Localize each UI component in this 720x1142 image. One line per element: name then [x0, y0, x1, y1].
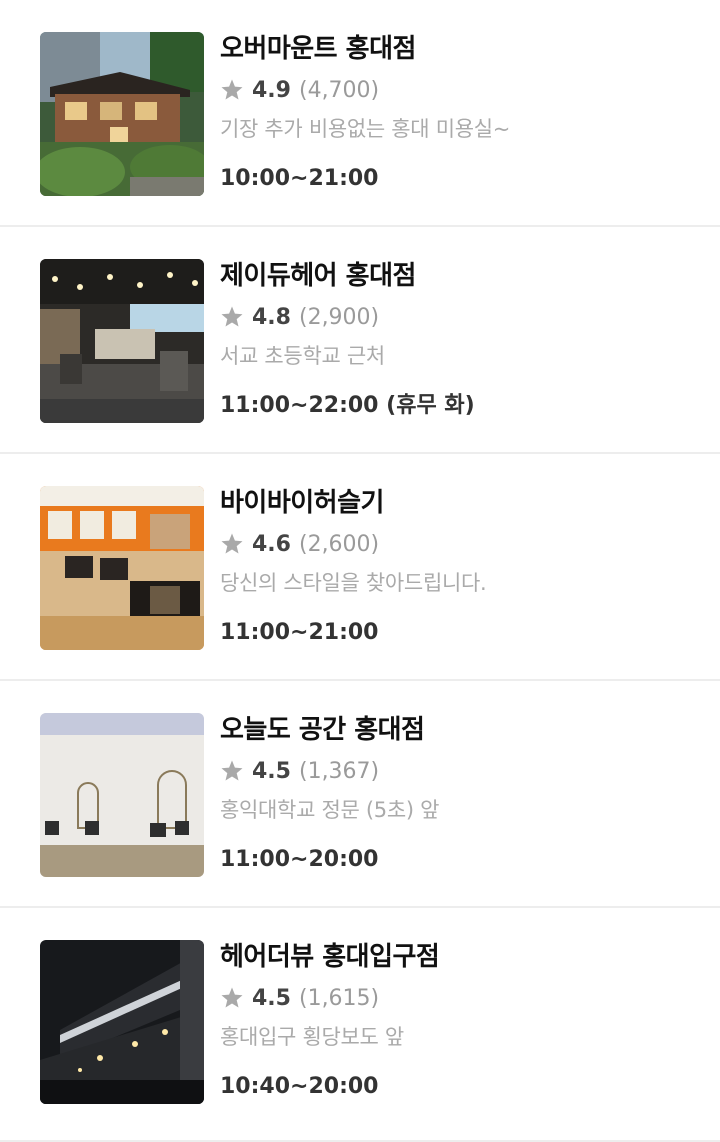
salon-thumbnail[interactable]	[40, 940, 204, 1104]
salon-list-item[interactable]: 헤어더뷰 홍대입구점 4.5 (1,615) 홍대입구 횡당보도 앞 10:40…	[0, 908, 720, 1142]
rating-row: 4.5 (1,367)	[220, 755, 700, 787]
review-count: (4,700)	[298, 77, 380, 103]
business-hours: 11:00~21:00	[220, 620, 379, 645]
rating-row: 4.6 (2,600)	[220, 528, 700, 560]
salon-description: 기장 추가 비용없는 홍대 미용실~	[220, 117, 511, 141]
business-hours: 10:00~21:00	[220, 166, 379, 191]
salon-thumbnail[interactable]	[40, 713, 204, 877]
rating-score: 4.9	[252, 77, 291, 103]
salon-thumbnail[interactable]	[40, 32, 204, 196]
salon-name: 제이듀헤어 홍대점	[220, 261, 416, 291]
star-icon	[220, 305, 244, 329]
salon-name: 헤어더뷰 홍대입구점	[220, 942, 440, 972]
salon-list-item[interactable]: 바이바이허슬기 4.6 (2,600) 당신의 스타일을 찾아드립니다. 11:…	[0, 454, 720, 681]
salon-thumbnail[interactable]	[40, 486, 204, 650]
review-count: (1,367)	[298, 758, 380, 784]
salon-thumbnail[interactable]	[40, 259, 204, 423]
rating-row: 4.5 (1,615)	[220, 982, 700, 1014]
salon-description: 홍익대학교 정문 (5초) 앞	[220, 798, 440, 822]
star-icon	[220, 759, 244, 783]
rating-row: 4.8 (2,900)	[220, 301, 700, 333]
salon-description: 서교 초등학교 근처	[220, 344, 385, 368]
salon-info: 바이바이허슬기 4.6 (2,600) 당신의 스타일을 찾아드립니다. 11:…	[220, 484, 700, 648]
salon-info: 제이듀헤어 홍대점 4.8 (2,900) 서교 초등학교 근처 11:00~2…	[220, 257, 700, 421]
rating-score: 4.5	[252, 985, 291, 1011]
star-icon	[220, 78, 244, 102]
salon-name: 오버마운트 홍대점	[220, 34, 416, 64]
review-count: (2,900)	[298, 304, 380, 330]
salon-list: 오버마운트 홍대점 4.9 (4,700) 기장 추가 비용없는 홍대 미용실~…	[0, 0, 720, 1142]
star-icon	[220, 532, 244, 556]
rating-score: 4.8	[252, 304, 291, 330]
salon-list-item[interactable]: 오버마운트 홍대점 4.9 (4,700) 기장 추가 비용없는 홍대 미용실~…	[0, 0, 720, 227]
night-storefront-image	[40, 940, 204, 1104]
salon-description: 당신의 스타일을 찾아드립니다.	[220, 571, 487, 595]
salon-description: 홍대입구 횡당보도 앞	[220, 1025, 404, 1049]
salon-info: 헤어더뷰 홍대입구점 4.5 (1,615) 홍대입구 횡당보도 앞 10:40…	[220, 938, 700, 1102]
star-icon	[220, 986, 244, 1010]
business-hours: 11:00~22:00 (휴무 화)	[220, 393, 475, 418]
review-count: (2,600)	[298, 531, 380, 557]
review-count: (1,615)	[298, 985, 380, 1011]
white-salon-interior-image	[40, 713, 204, 877]
salon-name: 오늘도 공간 홍대점	[220, 715, 425, 745]
rating-score: 4.5	[252, 758, 291, 784]
building-exterior-image	[40, 32, 204, 196]
rating-row: 4.9 (4,700)	[220, 74, 700, 106]
salon-info: 오버마운트 홍대점 4.9 (4,700) 기장 추가 비용없는 홍대 미용실~…	[220, 30, 700, 194]
salon-list-item[interactable]: 오늘도 공간 홍대점 4.5 (1,367) 홍익대학교 정문 (5초) 앞 1…	[0, 681, 720, 908]
orange-salon-interior-image	[40, 486, 204, 650]
business-hours: 10:40~20:00	[220, 1074, 379, 1099]
rating-score: 4.6	[252, 531, 291, 557]
salon-name: 바이바이허슬기	[220, 488, 384, 518]
salon-interior-image	[40, 259, 204, 423]
salon-info: 오늘도 공간 홍대점 4.5 (1,367) 홍익대학교 정문 (5초) 앞 1…	[220, 711, 700, 875]
salon-list-item[interactable]: 제이듀헤어 홍대점 4.8 (2,900) 서교 초등학교 근처 11:00~2…	[0, 227, 720, 454]
business-hours: 11:00~20:00	[220, 847, 379, 872]
